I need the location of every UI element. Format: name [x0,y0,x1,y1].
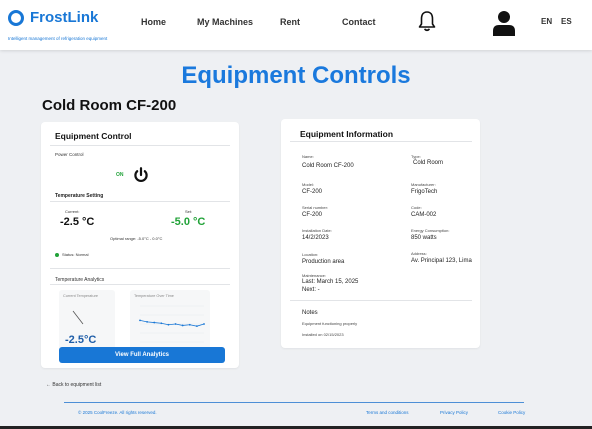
mini-temp-label: Current Temperature [63,294,98,298]
page-title: Equipment Controls [181,62,411,89]
footer-divider [64,402,524,403]
field-value-model: CF-200 [302,189,323,195]
temperature-line-chart [139,305,205,343]
nav-contact[interactable]: Contact [342,17,376,27]
set-temp-value[interactable]: -5.0 °C [171,216,205,228]
info-card-title: Equipment Information [300,129,394,139]
power-state: ON [116,172,124,178]
note-line: Installed on 02/15/2023 [302,332,344,337]
gauge-needle-icon [72,310,84,325]
lang-es[interactable]: ES [561,17,572,26]
field-value-type: Cold Room [413,160,444,166]
footer-cookie-link[interactable]: Cookie Policy [498,410,525,415]
field-label-address: Address: [411,251,427,256]
mini-temp-value: -2.5°C [65,334,97,346]
chart-data-point [188,323,191,326]
divider [50,268,230,269]
analytics-title: Temperature Analytics [55,277,105,283]
chart-title: Temperature Over Time [134,294,174,298]
back-to-list-link[interactable]: ← Back to equipment list [46,382,101,388]
field-value-address: Av. Principal 123, Lima [411,258,472,264]
nav-home[interactable]: Home [141,17,166,27]
equipment-name: Cold Room CF-200 [42,97,177,114]
maintenance-next: Next: - [302,287,320,293]
maintenance-last: Last: March 15, 2025 [302,279,359,285]
divider [50,145,230,146]
lang-en[interactable]: EN [541,17,552,26]
notes-title: Notes [302,310,318,316]
user-icon[interactable] [492,10,516,36]
bell-icon[interactable] [417,10,437,32]
status-dot [55,253,59,257]
field-label-type: Type: [411,154,421,159]
field-value-name: Cold Room CF-200 [302,163,354,169]
nav-my-machines[interactable]: My Machines [197,17,253,27]
note-line: Equipment functioning properly [302,321,358,326]
field-value-manufacturer: FrigoTech [411,189,438,195]
field-value-code: CAM-002 [411,212,437,218]
status-text: Status: Normal [62,252,89,257]
current-temperature-widget: Current Temperature -2.5°C [59,290,115,352]
divider [50,284,230,285]
brand-tagline: Intelligent management of refrigeration … [8,36,108,41]
footer-privacy-link[interactable]: Privacy Policy [440,410,468,415]
field-label-manufacturer: Manufacturer: [411,182,436,187]
equipment-information-card: Equipment Information Name: Cold Room CF… [281,119,480,348]
divider [290,300,472,301]
field-label-model: Model: [302,182,315,187]
optimal-range-text: Optimal range: -5.0°C - 0.0°C [110,236,163,241]
temperature-setting-label: Temperature Setting [55,193,104,199]
field-label-name: Name: [302,154,314,159]
field-label-energy: Energy Consumption: [411,228,450,233]
power-icon[interactable] [133,167,149,183]
field-label-code: Code: [411,205,422,210]
field-label-installation: Installation Date: [302,228,332,233]
equipment-control-card: Equipment Control Power Control ON Tempe… [41,122,239,368]
footer-terms-link[interactable]: Terms and conditions [366,410,409,415]
chart-data-point [195,325,198,328]
control-card-title: Equipment Control [55,131,132,141]
divider [290,141,472,142]
maintenance-label: Maintenance: [302,273,327,278]
chart-data-point [181,324,184,327]
current-temp-value: -2.5 °C [60,216,95,228]
set-temp-label: Set: [185,209,193,214]
field-label-serial: Serial number: [302,205,329,210]
temperature-chart-widget: Temperature Over Time [130,290,210,352]
brand-name: FrostLink [30,9,99,26]
logo-ring-icon [8,9,24,26]
chart-data-point [160,322,163,325]
brand-logo[interactable]: FrostLink [8,9,98,26]
field-value-energy: 850 watts [411,235,437,241]
current-temp-label: Current: [65,209,80,214]
field-label-location: Location: [302,252,319,257]
view-full-analytics-button[interactable]: View Full Analytics [59,347,225,363]
chart-data-point [146,320,149,323]
top-nav-bar: FrostLink Intelligent management of refr… [0,0,592,50]
divider [50,201,230,202]
chart-data-point [153,321,156,324]
field-value-location: Production area [302,259,345,265]
field-value-installation: 14/2/2023 [302,235,329,241]
chart-data-point [203,323,205,325]
nav-rent[interactable]: Rent [280,17,300,27]
chart-data-point [167,323,170,326]
footer-copyright: © 2025 CoolFreeze. All rights reserved. [78,410,157,415]
chart-data-point [139,319,141,322]
power-control-label: Power Control [55,152,84,157]
field-value-serial: CF-200 [302,212,323,218]
chart-data-point [174,323,177,325]
chart-series-line [139,320,205,327]
